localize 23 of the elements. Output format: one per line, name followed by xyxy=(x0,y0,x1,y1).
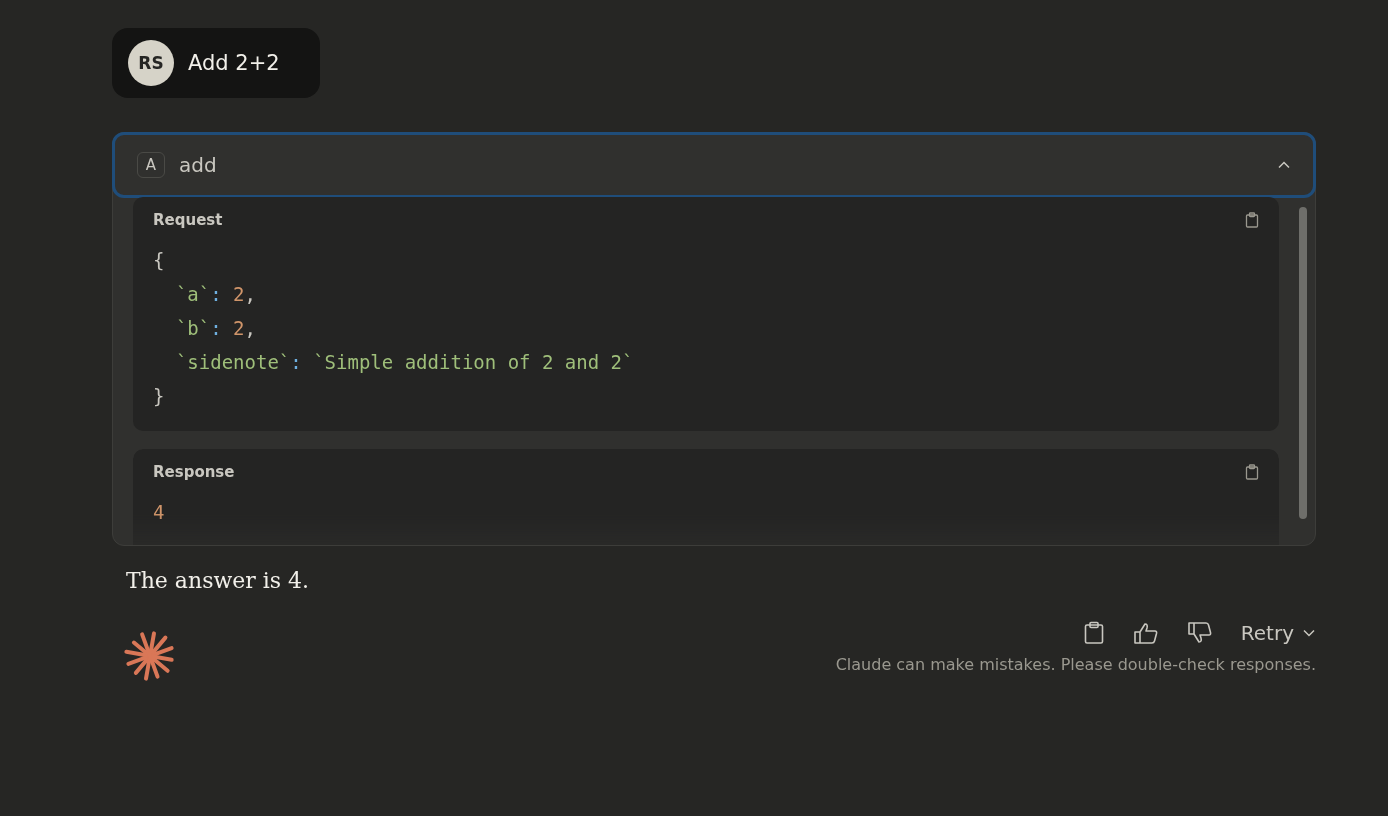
thumbs-up-icon[interactable] xyxy=(1132,622,1159,644)
tool-name: add xyxy=(179,153,218,177)
code-line: } xyxy=(153,384,166,409)
code-line: `b`: 2, xyxy=(174,316,257,341)
caret-icon xyxy=(1302,628,1316,638)
section-title: Request xyxy=(153,211,223,229)
code-line: `sidenote`: `Simple addition of 2 and 2` xyxy=(174,350,635,375)
tool-call-header[interactable]: A add xyxy=(112,132,1316,198)
code-line: 4 xyxy=(153,500,166,525)
code-line: { xyxy=(153,248,166,273)
tool-badge: A xyxy=(137,152,165,178)
section-title: Response xyxy=(153,463,235,481)
copy-icon[interactable] xyxy=(1245,212,1259,228)
answer-text: The answer is 4. xyxy=(126,568,311,593)
thumbs-down-icon[interactable] xyxy=(1186,622,1213,644)
disclaimer-text: Claude can make mistakes. Please double-check responses. xyxy=(835,655,1316,674)
scrollbar[interactable] xyxy=(1299,207,1307,519)
copy-icon[interactable] xyxy=(1245,464,1259,480)
user-message-text: Add 2+2 xyxy=(188,51,280,75)
copy-icon[interactable] xyxy=(1082,621,1105,645)
user-avatar: RS xyxy=(128,40,174,86)
code-line: `a`: 2, xyxy=(174,282,257,307)
retry-button[interactable]: Retry xyxy=(1240,621,1316,645)
